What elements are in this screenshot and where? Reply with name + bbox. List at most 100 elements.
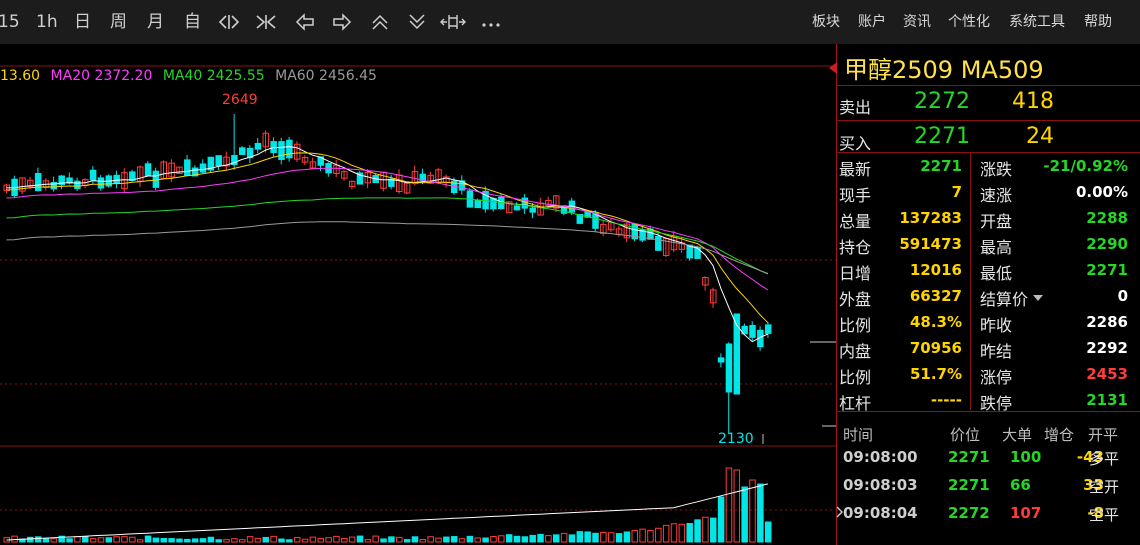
candle-body bbox=[89, 169, 97, 181]
volume-bar bbox=[325, 537, 332, 543]
trade-big: 66 bbox=[1010, 476, 1031, 494]
quote-value: 70956 bbox=[909, 339, 962, 357]
low-label: 2130 bbox=[718, 431, 754, 447]
sell-volume: 418 bbox=[1012, 89, 1054, 114]
quote-label: 涨跌 bbox=[980, 160, 1013, 179]
volume-bar bbox=[749, 479, 756, 543]
menu-system-tools[interactable]: 系统工具 bbox=[1009, 13, 1065, 31]
sell-label: 卖出 bbox=[839, 98, 872, 117]
volume-bar bbox=[341, 537, 348, 543]
trade-type: 多平 bbox=[1089, 450, 1120, 468]
volume-bar bbox=[254, 537, 262, 543]
panel-collapse-icon[interactable] bbox=[828, 61, 838, 75]
candle-body bbox=[97, 177, 105, 189]
quote-value: 2286 bbox=[1086, 313, 1128, 331]
toolbar: 15 1h 日 周 月 自 板块 账户 资讯 个性化 系统工具 帮助 bbox=[0, 0, 1140, 44]
volume-bar bbox=[42, 537, 50, 543]
buy-price: 2271 bbox=[914, 124, 970, 149]
volume-bar bbox=[176, 538, 183, 543]
quote-label: 日增 bbox=[839, 264, 872, 283]
candle-body bbox=[34, 173, 42, 192]
zoom-in-icon[interactable] bbox=[218, 13, 240, 31]
volume-bar bbox=[615, 533, 623, 543]
menu-help[interactable]: 帮助 bbox=[1084, 13, 1112, 31]
volume-bar bbox=[537, 533, 544, 543]
volume-bar bbox=[710, 517, 717, 543]
scroll-down-icon[interactable] bbox=[407, 13, 427, 31]
period-day[interactable]: 日 bbox=[74, 11, 91, 33]
candle-body bbox=[74, 180, 81, 189]
trade-time: 09:08:04 bbox=[843, 504, 918, 522]
arrow-right-icon[interactable] bbox=[332, 13, 352, 31]
trades-header-big: 大单 bbox=[1002, 426, 1033, 444]
trade-price: 2271 bbox=[948, 448, 990, 466]
candle-body bbox=[199, 163, 207, 173]
volume-bar bbox=[286, 539, 293, 543]
volume-bar bbox=[686, 523, 693, 543]
volume-bar bbox=[27, 536, 34, 543]
volume-bar bbox=[239, 539, 246, 543]
volume-bar bbox=[121, 536, 128, 543]
volume-bar bbox=[89, 538, 97, 543]
high-label: 2649 bbox=[222, 92, 258, 108]
volume-bar bbox=[607, 532, 615, 543]
volume-bar bbox=[419, 539, 427, 543]
volume-bar bbox=[553, 534, 560, 543]
period-month[interactable]: 月 bbox=[147, 11, 164, 33]
row-cursor-icon bbox=[836, 506, 843, 518]
menu-personalize[interactable]: 个性化 bbox=[948, 13, 990, 31]
volume-bar bbox=[466, 535, 474, 543]
volume-bar bbox=[521, 536, 529, 543]
trade-big: 107 bbox=[1010, 504, 1042, 522]
layout-icon[interactable] bbox=[440, 13, 466, 31]
kline-chart[interactable]: 2649 2130 bbox=[0, 44, 836, 545]
candle-body bbox=[749, 325, 756, 338]
period-week[interactable]: 周 bbox=[110, 11, 127, 33]
volume-bar bbox=[443, 536, 450, 543]
settlement-dropdown-icon[interactable] bbox=[1032, 294, 1044, 302]
period-custom[interactable]: 自 bbox=[184, 11, 201, 33]
menu-account[interactable]: 账户 bbox=[858, 13, 886, 31]
volume-bar bbox=[403, 539, 411, 543]
volume-bar bbox=[207, 536, 215, 543]
trade-time: 09:08:03 bbox=[843, 476, 918, 494]
menu-sector[interactable]: 板块 bbox=[812, 13, 840, 31]
quote-label: 最新 bbox=[839, 160, 872, 179]
quote-value: 2288 bbox=[1086, 209, 1128, 227]
volume-bar bbox=[199, 538, 207, 543]
menu-news[interactable]: 资讯 bbox=[903, 13, 931, 31]
volume-bar bbox=[246, 536, 254, 543]
period-15[interactable]: 15 bbox=[0, 11, 20, 33]
volume-bar bbox=[458, 538, 466, 543]
quote-label: 昨收 bbox=[980, 316, 1013, 335]
volume-bar bbox=[568, 534, 576, 543]
volume-bar bbox=[152, 537, 160, 543]
quote-value: -21/0.92% bbox=[1043, 157, 1128, 175]
trades-header-type: 开平 bbox=[1088, 426, 1119, 444]
zoom-out-icon[interactable] bbox=[255, 13, 277, 31]
volume-bar bbox=[215, 539, 222, 543]
volume-bar bbox=[372, 535, 379, 543]
more-icon[interactable] bbox=[480, 13, 502, 31]
volume-bar bbox=[717, 496, 725, 543]
candle-body bbox=[239, 147, 246, 155]
scroll-up-icon[interactable] bbox=[370, 13, 390, 31]
volume-bar bbox=[388, 536, 395, 543]
volume-bar bbox=[168, 538, 175, 543]
volume-bar bbox=[733, 469, 741, 543]
volume-bar bbox=[105, 537, 113, 543]
volume-bar bbox=[348, 536, 356, 543]
volume-bar bbox=[662, 524, 670, 543]
quote-value: 591473 bbox=[899, 235, 962, 253]
ma20-legend: MA20 2372.20 bbox=[50, 68, 153, 84]
sell-price: 2272 bbox=[914, 89, 970, 114]
candle-body bbox=[529, 207, 536, 213]
contract-title: 甲醇2509 MA509 bbox=[844, 56, 1044, 84]
candle-body bbox=[764, 324, 772, 334]
period-1h[interactable]: 1h bbox=[36, 11, 58, 33]
arrow-left-icon[interactable] bbox=[295, 13, 315, 31]
chart-area[interactable]: 2649 2130 13.60 MA20 2372.20 MA40 2425.55… bbox=[0, 44, 836, 545]
ma40-legend: MA40 2425.55 bbox=[162, 68, 265, 84]
volume-bar bbox=[474, 537, 481, 543]
volume-bar bbox=[129, 536, 136, 543]
